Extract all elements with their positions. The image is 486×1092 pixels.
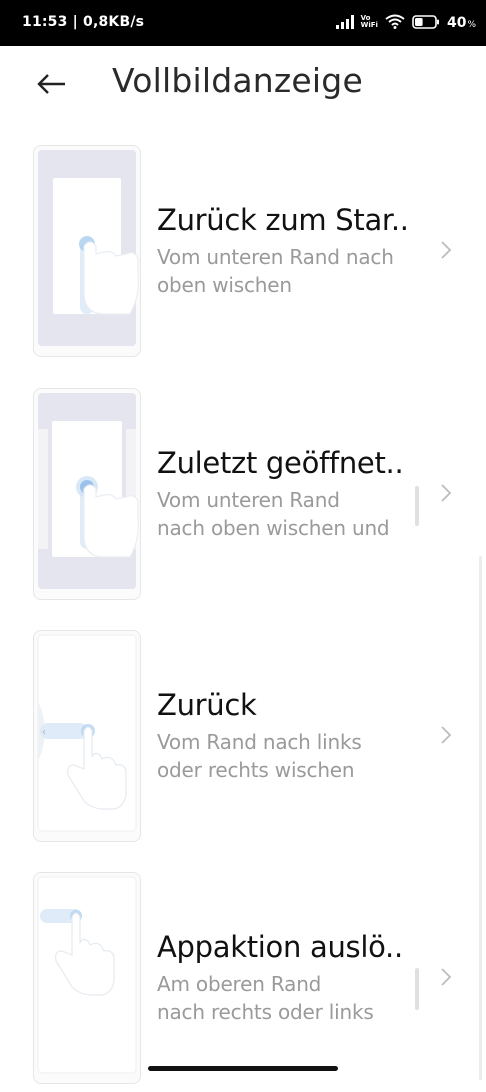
list-item-home[interactable]: Zurück zum Star.. Vom unteren Rand nach … [0,145,486,365]
item-subtitle-1: Am oberen Rand [157,972,322,996]
svg-text:‹: ‹ [42,727,46,738]
item-subtitle-1: Vom unteren Rand [157,488,340,512]
item-subtitle-2: nach oben wischen und [157,516,390,540]
list-item-app-action[interactable]: Appaktion auslö.. Am oberen Rand nach re… [0,872,486,1092]
chevron-right-icon [441,726,452,744]
chevron-right-icon [441,484,452,502]
scroll-indicator [415,968,419,1010]
item-texts: Appaktion auslö.. Am oberen Rand nach re… [157,930,417,1026]
item-title: Zurück [157,688,257,722]
item-subtitle-2: nach rechts oder links [157,1000,374,1024]
item-title: Appaktion auslö.. [157,930,403,964]
battery-percent: 40 [446,15,467,31]
item-texts: Zurück zum Star.. Vom unteren Rand nach … [157,203,417,299]
home-indicator[interactable] [148,1066,338,1071]
header: Vollbildanzeige [0,46,486,122]
vowifi-icon: Vo WiFi [360,13,378,29]
list-item-recent-apps[interactable]: Zuletzt geöffnet.. Vom unteren Rand nach… [0,388,486,608]
item-title: Zuletzt geöffnet.. [157,446,404,480]
list-item-back[interactable]: ‹ Zurück Vom Rand nach links oder rechts… [0,630,486,850]
item-subtitle-1: Vom unteren Rand nach [157,245,394,269]
item-title: Zurück zum Star.. [157,203,409,237]
thumbnail-back-gesture: ‹ [33,630,141,842]
arrow-left-icon [37,74,65,94]
item-subtitle-2: oben wischen [157,273,292,297]
chevron-right-icon [441,968,452,986]
status-bar: 11:53 | 0,8KB/s Vo WiFi 40% [0,0,486,46]
item-subtitle-2: oder rechts wischen [157,758,355,782]
chevron-right-icon [441,241,452,259]
battery-percent-unit: % [467,20,476,30]
item-subtitle-1: Vom Rand nach links [157,730,362,754]
page-title: Vollbildanzeige [112,61,363,100]
page-scrollbar[interactable] [479,556,482,1080]
wifi-icon [385,14,405,29]
status-time-speed: 11:53 | 0,8KB/s [22,14,145,30]
scroll-indicator [415,486,419,526]
battery-icon [412,14,439,29]
thumbnail-recent-gesture [33,388,141,600]
thumbnail-app-action-gesture [33,872,141,1084]
back-button[interactable] [34,66,70,102]
signal-icon [335,14,354,29]
thumbnail-home-gesture [33,145,141,357]
status-icons: Vo WiFi 40% [335,12,476,31]
item-texts: Zurück Vom Rand nach links oder rechts w… [157,688,417,784]
item-texts: Zuletzt geöffnet.. Vom unteren Rand nach… [157,446,417,542]
